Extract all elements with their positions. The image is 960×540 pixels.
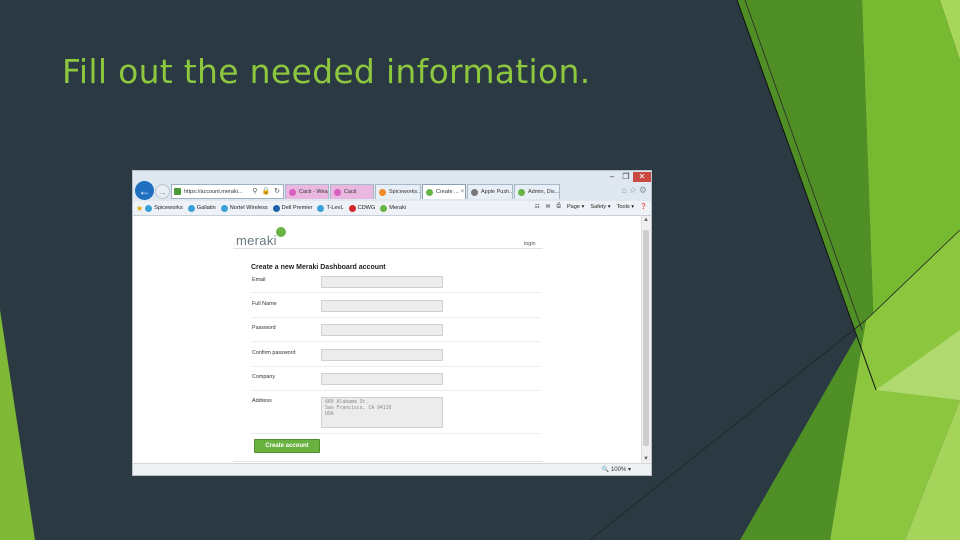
back-arrow-icon[interactable]: ← [135, 181, 154, 200]
tab-label: Cacti [344, 189, 357, 195]
login-link[interactable]: login [524, 241, 536, 247]
address-url: https://account.meraki... [184, 188, 243, 195]
company-field[interactable] [321, 373, 443, 385]
full-name-row: Full Name [251, 300, 541, 318]
favorite-label: T-LevL [326, 205, 344, 211]
meraki-logo-leaf-icon [276, 227, 286, 237]
favorite-favicon-icon [145, 204, 153, 212]
scroll-up-icon[interactable]: ▲ [643, 217, 649, 223]
address-bar[interactable]: https://account.meraki... ⚲ 🔒 ↻ [171, 184, 284, 199]
tab-favicon-icon [379, 188, 386, 196]
address-textarea[interactable]: 660 Alabama St. San Francisco, CA 94110 … [321, 397, 443, 428]
favorite-link[interactable]: CDWG [348, 204, 376, 212]
email-label: Email [252, 277, 266, 283]
tab-favicon-icon [426, 188, 433, 196]
company-row: Company [251, 373, 541, 391]
form-title: Create a new Meraki Dashboard account [251, 264, 386, 271]
create-account-button[interactable]: Create account [254, 439, 320, 453]
favorite-label: Dell Premier [281, 205, 313, 211]
favorite-favicon-icon [348, 204, 356, 212]
company-label: Company [252, 374, 276, 380]
favorite-favicon-icon [220, 204, 228, 212]
restore-icon[interactable]: ❐ [619, 172, 633, 182]
safety-menu[interactable]: Safety ▾ [590, 204, 610, 210]
mail-icon[interactable]: ✉ [546, 204, 551, 210]
browser-tab[interactable]: Create ... × [422, 184, 466, 199]
browser-titlebar: – ❐ ✕ ← → https://account.meraki... ⚲ 🔒 … [133, 171, 651, 201]
browser-tab[interactable]: Cacti - Wea... [285, 184, 329, 199]
password-row: Password [251, 324, 541, 342]
favorites-star-icon[interactable]: ★ [136, 204, 143, 213]
command-bar: ☷ ✉ ⎙ Page ▾ Safety ▾ Tools ▾ ❓ [535, 203, 647, 210]
tab-label: Admin, Dis... [528, 189, 560, 195]
favorite-label: CDWG [357, 205, 376, 211]
header-divider [233, 248, 543, 249]
vertical-scrollbar[interactable]: ▲ ▼ [641, 216, 651, 463]
favorite-link[interactable]: Gallatin [187, 204, 216, 212]
favorite-link[interactable]: T-LevL [317, 204, 344, 212]
favorite-label: Meraki [389, 205, 407, 211]
confirm-password-row: Confirm password [251, 349, 541, 367]
favorite-favicon-icon [317, 204, 325, 212]
zoom-value: 100% [610, 467, 627, 473]
favorite-link[interactable]: Meraki [380, 204, 407, 212]
rss-icon[interactable]: ☷ [535, 204, 540, 210]
close-icon[interactable]: ✕ [633, 172, 651, 182]
browser-tab[interactable]: Apple Push... [467, 184, 513, 199]
minimize-icon[interactable]: – [605, 172, 619, 182]
tab-favicon-icon [289, 188, 296, 196]
print-icon[interactable]: ⎙ [556, 203, 560, 210]
full-name-label: Full Name [252, 301, 277, 307]
page-menu[interactable]: Page ▾ [567, 204, 584, 210]
tab-favicon-icon [518, 188, 525, 196]
browser-tab[interactable]: Admin, Dis... [514, 184, 560, 199]
tab-label: Cacti - Wea... [299, 189, 329, 195]
password-label: Password [252, 325, 276, 331]
page-content: meraki login Create a new Meraki Dashboa… [133, 216, 643, 463]
favorite-link[interactable]: Spiceworks [145, 204, 183, 212]
scroll-down-icon[interactable]: ▼ [643, 456, 649, 462]
email-field[interactable] [321, 276, 443, 288]
slide-title: Fill out the needed information. [62, 52, 591, 91]
forward-arrow-icon[interactable]: → [155, 184, 170, 199]
tab-label: Create ... [436, 189, 459, 195]
confirm-password-field[interactable] [321, 349, 443, 361]
address-placeholder-line: USA [325, 412, 334, 417]
favorite-favicon-icon [272, 204, 280, 212]
full-name-field[interactable] [321, 300, 443, 312]
favorite-link[interactable]: Nortel Wireless [220, 204, 268, 212]
scrollbar-thumb[interactable] [643, 230, 649, 446]
confirm-password-label: Confirm password [252, 350, 296, 356]
zoom-level[interactable]: 🔍 100% ▾ [602, 466, 631, 473]
meraki-logo: meraki [236, 233, 277, 248]
favorites-list: Spiceworks Gallatin Nortel Wireless Dell Pr… [145, 204, 411, 212]
tab-favicon-icon [334, 188, 341, 196]
favorite-link[interactable]: Dell Premier [272, 204, 313, 212]
favorite-favicon-icon [187, 204, 195, 212]
window-controls: – ❐ ✕ [605, 172, 651, 182]
help-icon[interactable]: ❓ [640, 204, 647, 210]
browser-tab[interactable]: Spiceworks... [375, 184, 421, 199]
tab-label: Apple Push... [481, 189, 513, 195]
address-search-lock-refresh-icons[interactable]: ⚲ 🔒 ↻ [252, 187, 281, 195]
tab-favicon-icon [471, 188, 478, 196]
password-field[interactable] [321, 324, 443, 336]
browser-tab[interactable]: Cacti [330, 184, 374, 199]
email-row: Email [251, 276, 541, 293]
tab-label: Spiceworks... [389, 189, 421, 195]
tab-strip: Cacti - Wea... Cacti Spiceworks... Create .… [285, 184, 561, 199]
favorite-label: Nortel Wireless [229, 205, 268, 211]
tools-menu[interactable]: Tools ▾ [617, 204, 634, 210]
browser-screenshot: – ❐ ✕ ← → https://account.meraki... ⚲ 🔒 … [132, 170, 652, 476]
favorite-label: Gallatin [196, 205, 216, 211]
footer-divider [233, 461, 543, 462]
address-label: Address [252, 398, 272, 404]
address-row: Address 660 Alabama St. San Francisco, C… [251, 397, 541, 434]
favorite-favicon-icon [380, 204, 388, 212]
site-favicon-icon [174, 188, 181, 195]
tab-close-icon[interactable]: × [461, 189, 465, 195]
favorite-label: Spiceworks [154, 205, 183, 211]
status-bar: 🔍 100% ▾ [133, 463, 651, 475]
home-star-gear-icons[interactable]: ⌂☆⚙ [621, 185, 649, 196]
